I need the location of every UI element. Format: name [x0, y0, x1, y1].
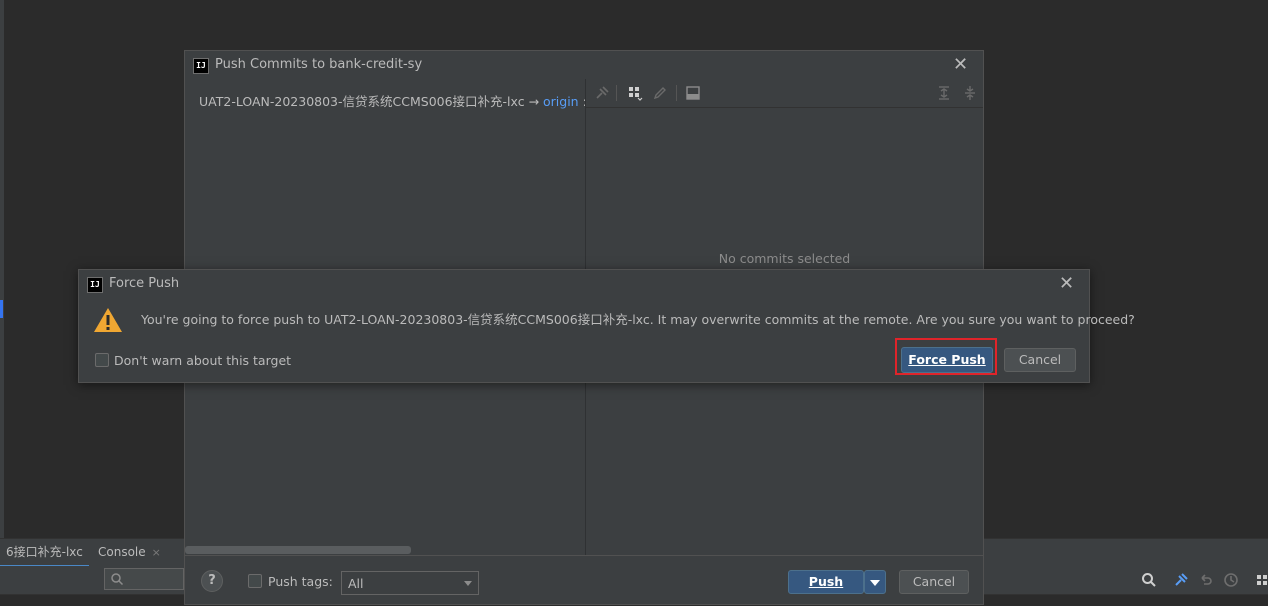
force-push-title: Force Push: [109, 276, 180, 291]
toolbar-separator: [616, 85, 617, 101]
push-tags-checkbox[interactable]: [248, 574, 262, 588]
tab-close-icon[interactable]: ×: [152, 546, 161, 559]
local-branch-name: UAT2-LOAN-20230803-信贷系统CCMS006接口补充-lxc: [199, 94, 525, 109]
chevron-down-icon: [464, 581, 472, 586]
push-dialog-titlebar[interactable]: IJ Push Commits to bank-credit-sy ✕: [185, 51, 983, 79]
left-tool-strip: [0, 0, 4, 540]
search-icon[interactable]: [1141, 572, 1157, 588]
push-tags-value: All: [348, 576, 364, 591]
force-push-close-icon[interactable]: ✕: [1059, 275, 1074, 293]
history-icon[interactable]: [1223, 572, 1239, 588]
push-options-dropdown[interactable]: [864, 570, 886, 594]
chevron-down-icon: [870, 580, 880, 586]
tab-branch[interactable]: 6接口补充-lxc: [0, 539, 89, 567]
edit-icon[interactable]: [652, 85, 668, 101]
grid-icon[interactable]: [1255, 572, 1268, 588]
group-icon[interactable]: [627, 85, 643, 101]
dont-warn-checkbox[interactable]: [95, 353, 109, 367]
intellij-icon: IJ: [193, 58, 209, 74]
push-dialog-title: Push Commits to bank-credit-sy: [215, 57, 423, 72]
console-search-input[interactable]: [104, 568, 184, 590]
push-dialog-footer: ? Push tags: All Push Cancel: [185, 555, 983, 606]
commit-details-toolbar: [586, 79, 983, 108]
tab-branch-label: 6接口补充-lxc: [6, 545, 83, 559]
force-push-button[interactable]: Force Push: [901, 347, 993, 373]
remote-name-link[interactable]: origin: [543, 94, 579, 109]
push-button-label: Push: [808, 574, 844, 589]
push-tags-select[interactable]: All: [341, 571, 479, 595]
force-push-message: You're going to force push to UAT2-LOAN-…: [141, 312, 1135, 327]
warning-icon: [94, 308, 122, 332]
no-commits-message: No commits selected: [718, 251, 851, 266]
panel-icon[interactable]: [685, 85, 701, 101]
horizontal-scrollbar[interactable]: [185, 546, 411, 554]
force-push-button-label: Force Push: [908, 352, 986, 367]
push-branch-row[interactable]: UAT2-LOAN-20230803-信贷系统CCMS006接口补充-lxc →…: [199, 91, 585, 110]
undo-icon[interactable]: [1198, 572, 1214, 588]
push-button[interactable]: Push: [788, 570, 864, 594]
left-tool-marker[interactable]: [0, 300, 3, 318]
push-dialog-close-icon[interactable]: ✕: [953, 56, 968, 74]
tab-console[interactable]: Console ×: [92, 539, 167, 565]
toolbar-separator: [676, 85, 677, 101]
push-arrow: →: [524, 94, 544, 109]
pin-icon[interactable]: [594, 85, 610, 101]
help-button[interactable]: ?: [201, 570, 223, 592]
tab-console-label: Console: [98, 545, 146, 559]
push-tags-label: Push tags:: [268, 574, 333, 589]
push-cancel-button[interactable]: Cancel: [899, 570, 969, 594]
pin-icon[interactable]: [1173, 572, 1189, 588]
force-push-dialog: IJ Force Push ✕ You're going to force pu…: [78, 269, 1135, 383]
intellij-icon: IJ: [87, 277, 103, 293]
force-push-cancel-button[interactable]: Cancel: [1004, 348, 1076, 372]
expand-all-icon[interactable]: [936, 85, 952, 101]
search-field-icon: [111, 573, 124, 586]
collapse-all-icon[interactable]: [962, 85, 978, 101]
dont-warn-label: Don't warn about this target: [114, 353, 292, 368]
